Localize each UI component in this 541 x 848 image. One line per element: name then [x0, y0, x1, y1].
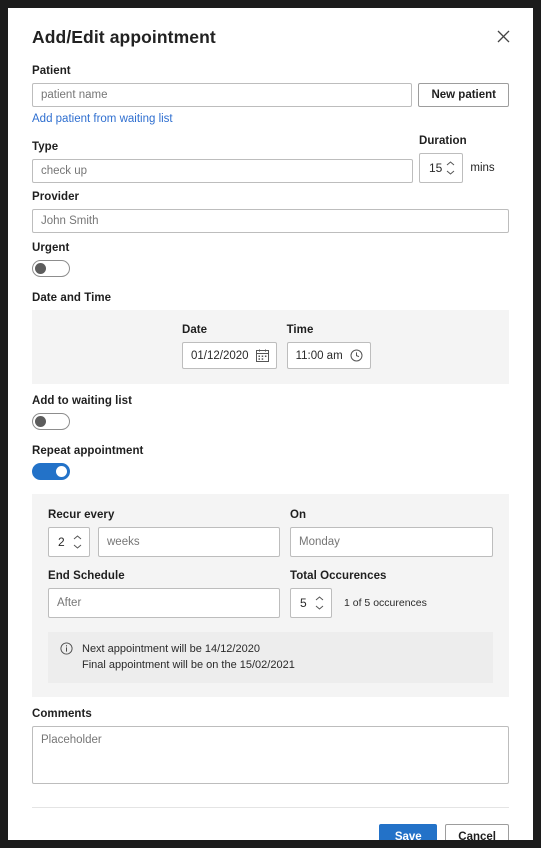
- end-schedule-label: End Schedule: [48, 570, 125, 582]
- comments-label: Comments: [32, 708, 92, 720]
- page-title: Add/Edit appointment: [32, 27, 216, 47]
- total-occurrences-note: 1 of 5 occurences: [344, 597, 427, 609]
- date-time-grid: Date 01/12/2020 Time 11:00 am: [48, 323, 493, 369]
- recur-every-controls: 2: [48, 527, 280, 557]
- recurrence-row-spacer: [48, 557, 493, 569]
- provider-field-block: Provider: [24, 190, 517, 233]
- duration-column: Duration 15 mins: [419, 134, 495, 183]
- total-occurrences-value: 5: [300, 596, 307, 610]
- date-time-panel: Date 01/12/2020 Time 11:00 am: [32, 310, 509, 384]
- duration-stepper-arrows: [446, 161, 462, 175]
- type-label: Type: [32, 141, 59, 153]
- total-occurrences-column: Total Occurences 5 1 of 5 occurences: [290, 569, 493, 618]
- add-patient-from-waiting-list-link[interactable]: Add patient from waiting list: [32, 111, 173, 127]
- patient-label: Patient: [32, 65, 71, 77]
- repeat-appointment-block: Repeat appointment: [24, 444, 517, 485]
- date-input[interactable]: 01/12/2020: [182, 342, 277, 369]
- total-occurrences-stepper[interactable]: 5: [290, 588, 332, 618]
- on-label: On: [290, 509, 307, 521]
- type-duration-row: Type Duration 15: [32, 134, 509, 183]
- add-edit-appointment-dialog: Add/Edit appointment Patient New patient…: [8, 8, 533, 840]
- clock-icon[interactable]: [350, 349, 363, 362]
- recur-every-column: Recur every 2: [48, 508, 280, 557]
- time-label: Time: [286, 324, 314, 336]
- chevron-up-icon[interactable]: [73, 535, 82, 540]
- time-value: 11:00 am: [295, 349, 343, 362]
- date-column: Date 01/12/2020: [182, 323, 277, 369]
- chevron-up-icon[interactable]: [315, 596, 324, 601]
- save-button[interactable]: Save: [379, 824, 438, 840]
- repeat-appointment-label: Repeat appointment: [32, 445, 144, 457]
- chevron-up-icon[interactable]: [446, 161, 455, 166]
- recur-every-label: Recur every: [48, 509, 115, 521]
- provider-label: Provider: [32, 191, 80, 203]
- duration-unit-label: mins: [470, 162, 495, 174]
- on-input[interactable]: [290, 527, 493, 557]
- type-duration-block: Type Duration 15: [24, 134, 517, 183]
- recurrence-info-box: Next appointment will be 14/12/2020 Fina…: [48, 632, 493, 683]
- dialog-body: Add/Edit appointment Patient New patient…: [8, 8, 533, 840]
- duration-label: Duration: [419, 135, 467, 147]
- recur-every-stepper[interactable]: 2: [48, 527, 90, 557]
- recurrence-panel: Recur every 2 weeks On Monday End Schedu…: [32, 494, 509, 697]
- info-line-1: Next appointment will be 14/12/2020: [82, 643, 260, 655]
- screen: Add/Edit appointment Patient New patient…: [0, 0, 541, 848]
- cancel-button[interactable]: Cancel: [445, 824, 509, 840]
- calendar-icon[interactable]: [255, 349, 269, 362]
- chevron-down-icon[interactable]: [315, 605, 324, 610]
- duration-value: 15: [429, 161, 443, 175]
- duration-stepper[interactable]: 15: [419, 153, 464, 183]
- chevron-down-icon[interactable]: [73, 544, 82, 549]
- total-occurrences-controls: 5 1 of 5 occurences: [290, 588, 493, 618]
- time-column: Time 11:00 am: [286, 323, 371, 369]
- recur-every-stepper-arrows: [73, 535, 89, 549]
- recur-unit-input[interactable]: [98, 527, 280, 557]
- chevron-down-icon[interactable]: [446, 170, 455, 175]
- on-column: On: [290, 508, 493, 557]
- patient-input[interactable]: [32, 83, 413, 107]
- end-schedule-column: End Schedule: [48, 569, 280, 618]
- recurrence-bottom-row: End Schedule Total Occurences 5: [48, 569, 493, 618]
- close-icon[interactable]: [489, 22, 517, 50]
- recurrence-info-text: Next appointment will be 14/12/2020 Fina…: [82, 641, 295, 673]
- date-and-time-label: Date and Time: [32, 292, 112, 304]
- waiting-list-label: Add to waiting list: [32, 395, 132, 407]
- patient-row: New patient: [32, 83, 509, 107]
- recur-unit-wrapper: [98, 527, 280, 557]
- total-occurrences-stepper-arrows: [315, 596, 331, 610]
- urgent-label: Urgent: [32, 242, 70, 254]
- patient-field-block: Patient New patient Add patient from wai…: [24, 64, 517, 127]
- provider-input[interactable]: [32, 209, 509, 233]
- info-line-2: Final appointment will be on the 15/02/2…: [82, 659, 295, 671]
- date-label: Date: [182, 324, 208, 336]
- comments-block: Comments: [24, 707, 517, 789]
- dialog-footer: Save Cancel: [24, 808, 517, 840]
- waiting-list-block: Add to waiting list: [24, 394, 517, 435]
- waiting-list-toggle-knob: [35, 416, 46, 427]
- date-and-time-block: Date and Time: [24, 291, 517, 306]
- info-icon: [60, 642, 73, 655]
- repeat-appointment-toggle-knob: [56, 466, 67, 477]
- total-occurrences-label: Total Occurences: [290, 570, 387, 582]
- dialog-header: Add/Edit appointment: [24, 24, 517, 64]
- date-value: 01/12/2020: [191, 349, 249, 362]
- type-column: Type: [32, 140, 413, 183]
- urgent-toggle-knob: [35, 263, 46, 274]
- type-input[interactable]: [32, 159, 413, 183]
- end-schedule-input[interactable]: [48, 588, 280, 618]
- comments-textarea[interactable]: [32, 726, 509, 784]
- time-input[interactable]: 11:00 am: [286, 342, 371, 369]
- urgent-field-block: Urgent: [24, 241, 517, 282]
- repeat-appointment-toggle[interactable]: [32, 463, 70, 480]
- waiting-list-toggle[interactable]: [32, 413, 70, 430]
- new-patient-button[interactable]: New patient: [418, 83, 509, 107]
- recurrence-top-row: Recur every 2 weeks On Monday: [48, 508, 493, 557]
- recur-every-value: 2: [58, 535, 65, 549]
- urgent-toggle[interactable]: [32, 260, 70, 277]
